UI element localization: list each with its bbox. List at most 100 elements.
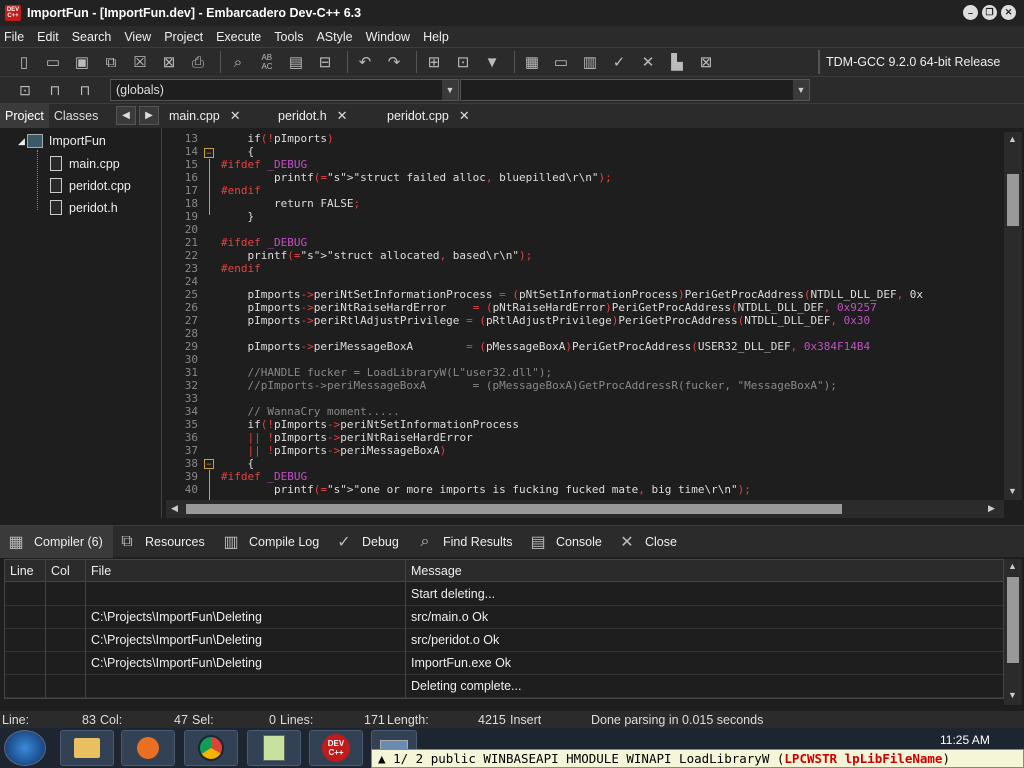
code-line[interactable]: #ifdef _DEBUG bbox=[221, 470, 923, 483]
redo-icon[interactable]: ↷ bbox=[382, 51, 406, 73]
scroll-thumb[interactable] bbox=[1007, 174, 1019, 226]
table-row[interactable]: C:\Projects\ImportFun\Deleting src/main.… bbox=[5, 606, 1003, 629]
tab-close[interactable]: ✕ Close bbox=[615, 526, 677, 558]
code-line[interactable]: #ifdef _DEBUG bbox=[221, 236, 923, 249]
scroll-right-icon[interactable]: ▶ bbox=[988, 503, 995, 514]
tab-project[interactable]: Project bbox=[0, 104, 49, 128]
tab-peridot-cpp[interactable]: peridot.cpp ✕ bbox=[387, 104, 470, 128]
scope-combo[interactable]: (globals) ▼ bbox=[110, 79, 459, 101]
tab-peridot-h[interactable]: peridot.h ✕ bbox=[278, 104, 348, 128]
tab-console[interactable]: ▤ Console bbox=[526, 526, 601, 558]
code-line[interactable]: #ifdef _DEBUG bbox=[221, 158, 923, 171]
code-line[interactable]: if(!pImports) bbox=[221, 132, 923, 145]
editor-vertical-scrollbar[interactable]: ▲ ▼ bbox=[1004, 132, 1022, 500]
scroll-down-icon[interactable]: ▼ bbox=[1008, 690, 1017, 700]
notepad-icon[interactable] bbox=[247, 730, 301, 766]
toggle-bookmark-icon[interactable]: ⊓ bbox=[44, 80, 66, 100]
table-row[interactable]: C:\Projects\ImportFun\Deleting src/perid… bbox=[5, 629, 1003, 652]
close-icon[interactable]: ✕ bbox=[1001, 5, 1016, 20]
scroll-up-icon[interactable]: ▲ bbox=[1008, 134, 1017, 144]
media-player-icon[interactable] bbox=[121, 730, 175, 766]
tree-project-node[interactable]: ◢ ImportFun bbox=[18, 134, 106, 148]
collapse-icon[interactable]: ◢ bbox=[18, 136, 25, 147]
compiler-selector[interactable]: TDM-GCC 9.2.0 64-bit Release bbox=[818, 50, 1024, 74]
tree-file-peridot-h[interactable]: peridot.h bbox=[50, 200, 118, 215]
goto-bookmark-icon[interactable]: ⊓ bbox=[74, 80, 96, 100]
minimize-icon[interactable]: – bbox=[963, 5, 978, 20]
menu-file[interactable]: File bbox=[4, 30, 24, 44]
column-header-file[interactable]: File bbox=[86, 560, 111, 582]
menu-execute[interactable]: Execute bbox=[216, 30, 261, 44]
tab-debug[interactable]: ✓ Debug bbox=[332, 526, 399, 558]
run-icon[interactable]: ▭ bbox=[549, 51, 573, 73]
print-icon[interactable]: ⎙ bbox=[186, 51, 210, 73]
delete-profile-icon[interactable]: ⊠ bbox=[694, 51, 718, 73]
profile-icon[interactable]: ▙ bbox=[665, 51, 689, 73]
menu-help[interactable]: Help bbox=[423, 30, 449, 44]
scroll-down-icon[interactable]: ▼ bbox=[1008, 486, 1017, 496]
project-options-icon[interactable]: ▼ bbox=[480, 51, 504, 73]
fold-icon[interactable]: − bbox=[204, 148, 214, 158]
tab-resources[interactable]: ⧉ Resources bbox=[115, 526, 204, 558]
restore-icon[interactable]: ❐ bbox=[982, 5, 997, 20]
insert-icon[interactable]: ⊡ bbox=[14, 80, 36, 100]
column-header-col[interactable]: Col bbox=[46, 560, 70, 582]
menu-window[interactable]: Window bbox=[366, 30, 410, 44]
code-line[interactable]: pImports->periRtlAdjustPrivilege = (pRtl… bbox=[221, 314, 923, 327]
tree-file-main-cpp[interactable]: main.cpp bbox=[50, 156, 120, 171]
compile-icon[interactable]: ▦ bbox=[520, 51, 544, 73]
menu-search[interactable]: Search bbox=[72, 30, 112, 44]
new-file-icon[interactable]: ▯ bbox=[12, 51, 36, 73]
code-line[interactable]: #endif bbox=[221, 184, 923, 197]
fold-icon[interactable]: − bbox=[204, 459, 214, 469]
code-line[interactable]: || !pImports->periMessageBoxA) bbox=[221, 444, 923, 457]
devcpp-taskbar-icon[interactable]: DEV C++ bbox=[309, 730, 363, 766]
code-line[interactable]: // WannaCry moment..... bbox=[221, 405, 923, 418]
menu-tools[interactable]: Tools bbox=[274, 30, 303, 44]
code-line[interactable]: #endif bbox=[221, 262, 923, 275]
add-to-project-icon[interactable]: ⊡ bbox=[451, 51, 475, 73]
code-line[interactable] bbox=[221, 353, 923, 366]
code-text[interactable]: if(!pImports) {#ifdef _DEBUG printf(="s"… bbox=[221, 132, 923, 496]
messages-scrollbar[interactable]: ▲ ▼ bbox=[1004, 559, 1022, 705]
code-line[interactable]: pImports->periNtSetInformationProcess = … bbox=[221, 288, 923, 301]
new-project-icon[interactable]: ⊞ bbox=[422, 51, 446, 73]
abort-icon[interactable]: ✕ bbox=[636, 51, 660, 73]
scroll-up-icon[interactable]: ▲ bbox=[1008, 561, 1017, 571]
code-line[interactable] bbox=[221, 223, 923, 236]
table-row[interactable]: C:\Projects\ImportFun\Deleting ImportFun… bbox=[5, 652, 1003, 675]
code-line[interactable]: { bbox=[221, 145, 923, 158]
menu-astyle[interactable]: AStyle bbox=[316, 30, 352, 44]
menu-project[interactable]: Project bbox=[164, 30, 203, 44]
member-combo[interactable]: ▼ bbox=[460, 79, 810, 101]
code-line[interactable] bbox=[221, 275, 923, 288]
code-line[interactable]: pImports->periMessageBoxA = (pMessageBox… bbox=[221, 340, 923, 353]
menu-edit[interactable]: Edit bbox=[37, 30, 59, 44]
tab-find-results[interactable]: ⌕ Find Results bbox=[413, 526, 513, 558]
chevron-down-icon[interactable]: ▼ bbox=[442, 80, 458, 100]
code-line[interactable] bbox=[221, 392, 923, 405]
tree-file-peridot-cpp[interactable]: peridot.cpp bbox=[50, 178, 131, 193]
windows-start-icon[interactable] bbox=[4, 730, 46, 766]
tab-classes[interactable]: Classes bbox=[49, 104, 103, 128]
save-all-icon[interactable]: ⧉ bbox=[99, 51, 123, 73]
code-line[interactable]: pImports->periNtRaiseHardError = (pNtRai… bbox=[221, 301, 923, 314]
code-line[interactable]: || !pImports->periNtRaiseHardError bbox=[221, 431, 923, 444]
close-tab-icon[interactable]: ✕ bbox=[337, 108, 348, 123]
column-header-message[interactable]: Message bbox=[406, 560, 462, 582]
code-line[interactable]: return FALSE; bbox=[221, 197, 923, 210]
find-icon[interactable]: ⌕ bbox=[226, 51, 250, 73]
chevron-down-icon[interactable]: ▼ bbox=[793, 80, 809, 100]
editor-horizontal-scrollbar[interactable]: ◀ ▶ bbox=[166, 500, 1004, 518]
chrome-icon[interactable] bbox=[184, 730, 238, 766]
check-icon[interactable]: ✓ bbox=[607, 51, 631, 73]
code-editor[interactable]: 13 14 15 16 17 18 19 20 21 22 23 24 25 26 27 28 29 30 31 32… bbox=[166, 132, 1004, 500]
code-line[interactable] bbox=[221, 327, 923, 340]
tab-main-cpp[interactable]: main.cpp ✕ bbox=[169, 104, 241, 128]
save-icon[interactable]: ▣ bbox=[70, 51, 94, 73]
close-tab-icon[interactable]: ✕ bbox=[459, 108, 470, 123]
compile-run-icon[interactable]: ▥ bbox=[578, 51, 602, 73]
devcpp-app-icon[interactable]: DEV C++ bbox=[5, 5, 21, 21]
hint-arrow-icon[interactable]: ▲ bbox=[378, 751, 386, 766]
explorer-icon[interactable] bbox=[60, 730, 114, 766]
